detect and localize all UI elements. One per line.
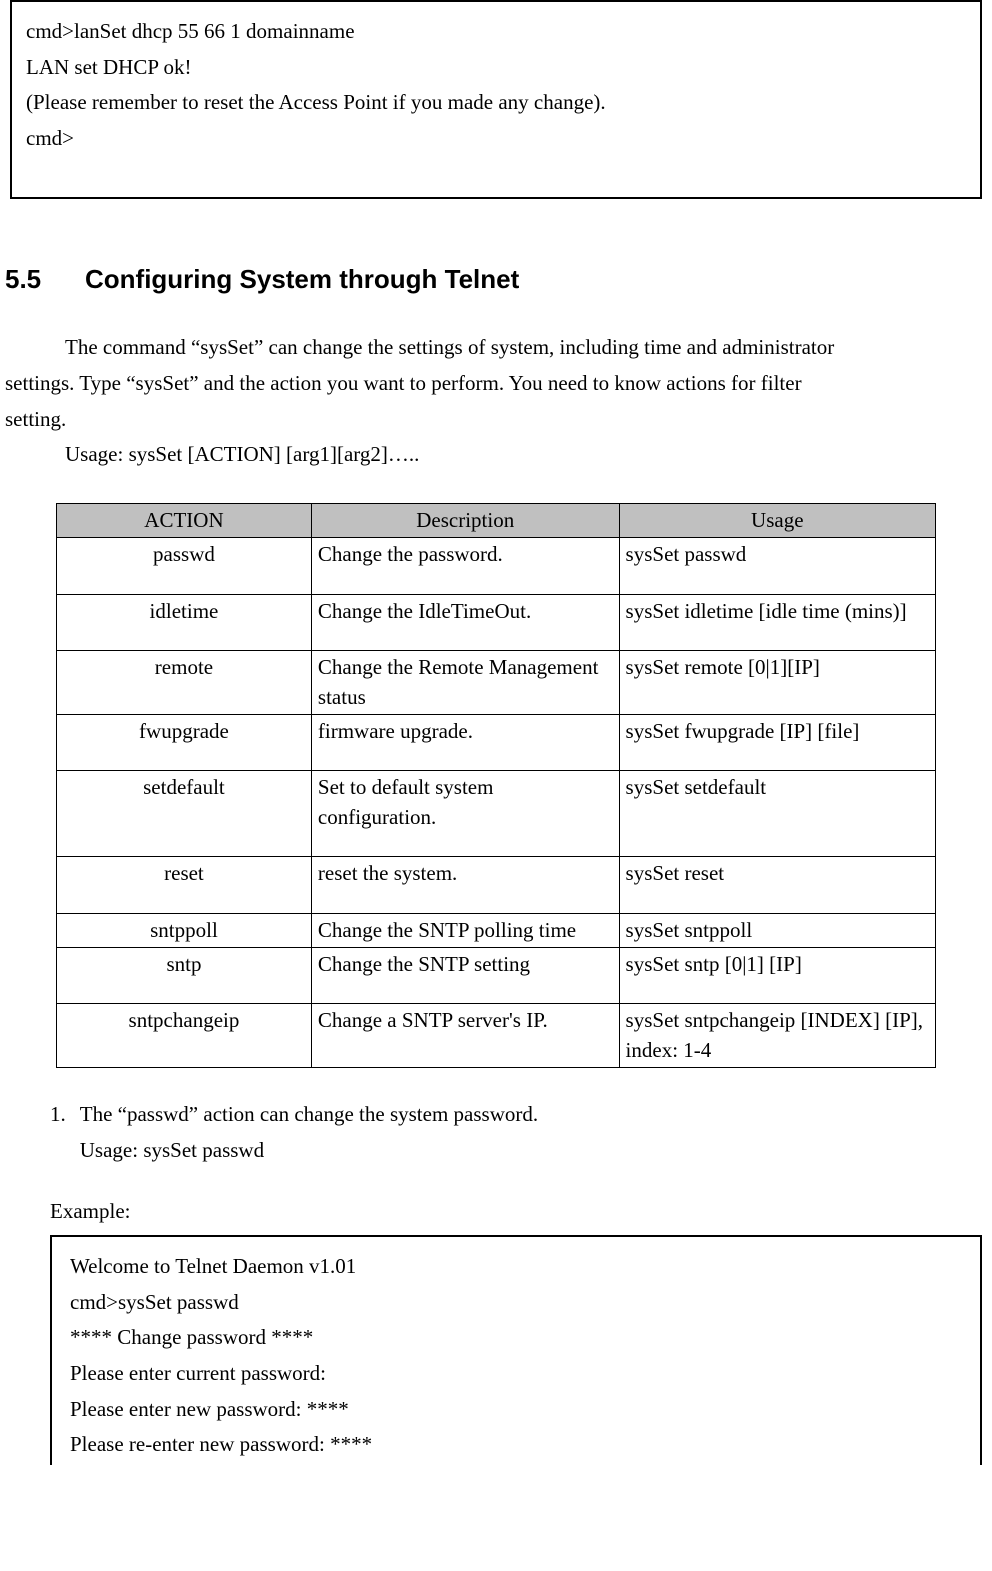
- cell-usage: sysSet idletime [idle time (mins)]: [619, 594, 935, 650]
- terminal-line: Please enter current password:: [70, 1356, 962, 1392]
- cell-description: Change the Remote Management status: [311, 651, 619, 715]
- cell-action: passwd: [57, 538, 312, 594]
- cell-description: Change a SNTP server's IP.: [311, 1004, 619, 1068]
- table-header-usage: Usage: [619, 504, 935, 538]
- cell-usage: sysSet reset: [619, 857, 935, 913]
- table-row: setdefault Set to default system configu…: [57, 771, 936, 857]
- cell-action: reset: [57, 857, 312, 913]
- cell-action: sntpchangeip: [57, 1004, 312, 1068]
- table-header-action: ACTION: [57, 504, 312, 538]
- terminal-line: cmd>sysSet passwd: [70, 1285, 962, 1321]
- cell-description: Set to default system configuration.: [311, 771, 619, 857]
- cell-action: fwupgrade: [57, 715, 312, 771]
- table-row: remote Change the Remote Management stat…: [57, 651, 936, 715]
- table-header-description: Description: [311, 504, 619, 538]
- cell-description: Change the SNTP setting: [311, 948, 619, 1004]
- terminal-output-box-2: Welcome to Telnet Daemon v1.01 cmd>sysSe…: [50, 1235, 982, 1465]
- numbered-list: 1. The “passwd” action can change the sy…: [50, 1098, 987, 1167]
- terminal-line: (Please remember to reset the Access Poi…: [26, 85, 966, 121]
- table-row: fwupgrade firmware upgrade. sysSet fwupg…: [57, 715, 936, 771]
- terminal-line: Welcome to Telnet Daemon v1.01: [70, 1249, 962, 1285]
- terminal-line: Please enter new password: ****: [70, 1392, 962, 1428]
- cell-usage: sysSet remote [0|1][IP]: [619, 651, 935, 715]
- intro-paragraph-line: setting.: [5, 402, 987, 438]
- table-header-row: ACTION Description Usage: [57, 504, 936, 538]
- table-row: sntp Change the SNTP setting sysSet sntp…: [57, 948, 936, 1004]
- cell-description: Change the SNTP polling time: [311, 913, 619, 947]
- table-row: sntpchangeip Change a SNTP server's IP. …: [57, 1004, 936, 1068]
- cell-usage: sysSet sntpchangeip [INDEX] [IP], index:…: [619, 1004, 935, 1068]
- cell-description: Change the password.: [311, 538, 619, 594]
- table-row: idletime Change the IdleTimeOut. sysSet …: [57, 594, 936, 650]
- cell-action: sntppoll: [57, 913, 312, 947]
- terminal-line: Please re-enter new password: ****: [70, 1427, 962, 1463]
- section-title: Configuring System through Telnet: [85, 264, 519, 294]
- cell-description: reset the system.: [311, 857, 619, 913]
- list-body: The “passwd” action can change the syste…: [80, 1098, 987, 1167]
- terminal-line: LAN set DHCP ok!: [26, 50, 966, 86]
- intro-paragraph-line: The command “sysSet” can change the sett…: [5, 330, 987, 366]
- cell-description: firmware upgrade.: [311, 715, 619, 771]
- table-row: sntppoll Change the SNTP polling time sy…: [57, 913, 936, 947]
- cell-action: remote: [57, 651, 312, 715]
- intro-paragraph-line: settings. Type “sysSet” and the action y…: [5, 366, 987, 402]
- cell-usage: sysSet passwd: [619, 538, 935, 594]
- table-row: passwd Change the password. sysSet passw…: [57, 538, 936, 594]
- cell-usage: sysSet fwupgrade [IP] [file]: [619, 715, 935, 771]
- list-text: The “passwd” action can change the syste…: [80, 1098, 987, 1132]
- example-label: Example:: [50, 1195, 992, 1229]
- section-number: 5.5: [5, 259, 85, 301]
- section-heading: 5.5Configuring System through Telnet: [5, 259, 992, 301]
- cell-usage: sysSet sntp [0|1] [IP]: [619, 948, 935, 1004]
- list-sub-usage: Usage: sysSet passwd: [80, 1134, 987, 1168]
- usage-line: Usage: sysSet [ACTION] [arg1][arg2]…..: [5, 437, 987, 473]
- cell-usage: sysSet sntppoll: [619, 913, 935, 947]
- cell-action: sntp: [57, 948, 312, 1004]
- cell-description: Change the IdleTimeOut.: [311, 594, 619, 650]
- terminal-line: cmd>: [26, 121, 966, 157]
- cell-action: idletime: [57, 594, 312, 650]
- cell-action: setdefault: [57, 771, 312, 857]
- list-number: 1.: [50, 1098, 66, 1167]
- terminal-line: cmd>lanSet dhcp 55 66 1 domainname: [26, 14, 966, 50]
- terminal-line: **** Change password ****: [70, 1320, 962, 1356]
- table-row: reset reset the system. sysSet reset: [57, 857, 936, 913]
- cell-usage: sysSet setdefault: [619, 771, 935, 857]
- list-item: 1. The “passwd” action can change the sy…: [50, 1098, 987, 1167]
- terminal-output-box-1: cmd>lanSet dhcp 55 66 1 domainname LAN s…: [10, 0, 982, 199]
- action-table: ACTION Description Usage passwd Change t…: [56, 503, 936, 1068]
